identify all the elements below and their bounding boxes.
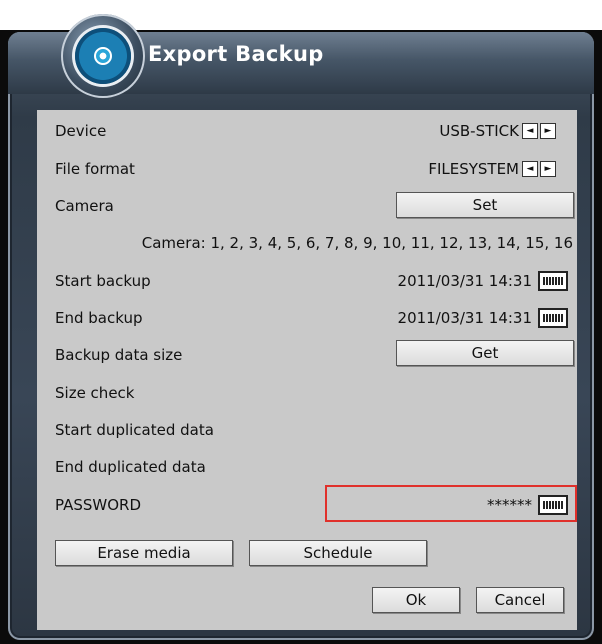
ok-button[interactable]: Ok (372, 587, 460, 613)
erase-media-button[interactable]: Erase media (55, 540, 233, 566)
start-duplicated-label: Start duplicated data (55, 421, 214, 439)
device-label: Device (55, 122, 107, 140)
device-value: USB-STICK (439, 122, 519, 140)
start-backup-label: Start backup (55, 272, 151, 290)
file-format-prev-button[interactable]: ◄ (522, 161, 538, 177)
start-backup-value: 2011/03/31 14:31 (397, 272, 532, 290)
password-value: ****** (487, 496, 532, 514)
keyboard-keys (543, 277, 563, 285)
camera-set-button[interactable]: Set (396, 192, 574, 218)
cancel-button[interactable]: Cancel (476, 587, 564, 613)
device-prev-button[interactable]: ◄ (522, 123, 538, 139)
password-keyboard-icon[interactable] (538, 495, 568, 515)
file-format-value: FILESYSTEM (428, 160, 519, 178)
start-backup-keyboard-icon[interactable] (538, 271, 568, 291)
end-backup-keyboard-icon[interactable] (538, 308, 568, 328)
end-backup-label: End backup (55, 309, 143, 327)
keyboard-keys (543, 501, 563, 509)
camera-list: Camera: 1, 2, 3, 4, 5, 6, 7, 8, 9, 10, 1… (141, 234, 573, 252)
password-label: PASSWORD (55, 496, 142, 514)
keyboard-keys (543, 314, 563, 322)
file-format-next-button[interactable]: ► (540, 161, 556, 177)
camera-label: Camera (55, 197, 114, 215)
dialog-title: Export Backup (148, 42, 324, 66)
device-next-button[interactable]: ► (540, 123, 556, 139)
file-format-label: File format (55, 160, 135, 178)
disc-icon (61, 14, 145, 98)
get-size-button[interactable]: Get (396, 340, 574, 366)
disc-hub (94, 47, 112, 65)
end-duplicated-label: End duplicated data (55, 458, 206, 476)
backup-data-size-label: Backup data size (55, 346, 183, 364)
size-check-label: Size check (55, 384, 135, 402)
end-backup-value: 2011/03/31 14:31 (397, 309, 532, 327)
schedule-button[interactable]: Schedule (249, 540, 427, 566)
title-bar: Export Backup (8, 14, 594, 98)
